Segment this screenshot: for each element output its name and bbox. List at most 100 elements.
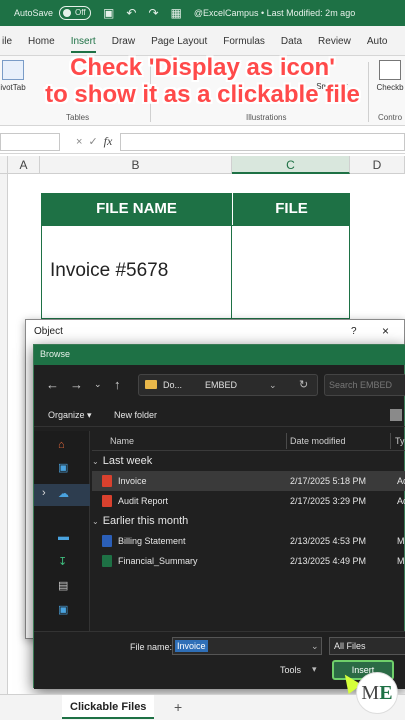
file-name-value: Invoice — [175, 640, 208, 652]
onedrive-icon[interactable]: ☁ — [58, 487, 69, 500]
breadcrumb-embed[interactable]: EMBED — [205, 375, 237, 395]
tab-page-layout[interactable]: Page Layout — [143, 36, 215, 55]
search-input[interactable]: Search EMBED — [324, 374, 405, 396]
formula-input[interactable] — [120, 132, 405, 151]
document-status: @ExcelCampus • Last Modified: 2m ago — [193, 8, 356, 18]
object-dialog-title: Object — [34, 326, 63, 337]
tools-dropdown-icon[interactable]: ▾ — [312, 664, 317, 675]
column-name[interactable]: Name — [110, 436, 134, 446]
confirm-icon[interactable]: ✓ — [88, 135, 103, 148]
new-folder-button[interactable]: New folder — [114, 410, 157, 420]
name-box[interactable] — [0, 132, 60, 151]
tab-review[interactable]: Review — [310, 36, 359, 55]
tab-draw[interactable]: Draw — [104, 36, 143, 55]
file-name: Invoice — [118, 476, 147, 486]
tools-button[interactable]: Tools — [280, 665, 301, 675]
organize-button[interactable]: Organize ▾ — [48, 410, 92, 421]
sheet-tab-clickable-files[interactable]: Clickable Files — [62, 695, 155, 719]
quick-access-icon[interactable]: ▦ — [171, 6, 182, 20]
browse-title: Browse — [40, 349, 71, 359]
folder-icon — [145, 380, 157, 389]
column-separator[interactable] — [286, 433, 287, 449]
file-name-input[interactable]: Invoice ⌄ — [172, 637, 322, 655]
help-button[interactable]: ? — [351, 326, 357, 337]
cancel-icon[interactable]: × — [76, 136, 88, 148]
undo-icon[interactable]: ↶ — [126, 6, 136, 20]
select-all-corner[interactable] — [0, 156, 8, 174]
tables-group-label: Tables — [66, 113, 90, 122]
home-icon[interactable]: ⌂ — [58, 439, 65, 451]
tab-data[interactable]: Data — [273, 36, 310, 55]
file-name-dropdown-icon[interactable]: ⌄ — [311, 641, 319, 652]
tab-file[interactable]: ile — [0, 36, 20, 55]
column-header-d[interactable]: D — [350, 156, 405, 174]
browse-dialog: Browse ← → ⌄ ↑ Do... EMBED ⌄ ↻ Search EM… — [33, 344, 405, 689]
pictures-icon[interactable]: ▣ — [58, 603, 68, 616]
column-date-modified[interactable]: Date modified — [290, 436, 346, 446]
file-date: 2/17/2025 3:29 PM — [290, 496, 367, 506]
cell-file[interactable] — [231, 225, 350, 319]
column-header-b[interactable]: B — [40, 156, 232, 174]
title-bar: AutoSave Off ▣ ↶ ↷ ▦ @ExcelCampus • Last… — [0, 0, 405, 26]
autosave-label: AutoSave — [14, 8, 54, 18]
illustrations-group-label: Illustrations — [246, 113, 287, 122]
file-name: Financial_Summary — [118, 556, 198, 566]
gallery-icon[interactable]: ▣ — [58, 461, 68, 474]
desktop-icon[interactable]: ▬ — [58, 531, 69, 543]
file-row-financial-summary[interactable]: Financial_Summary 2/13/2025 4:49 PM M — [92, 551, 405, 571]
group-last-week[interactable]: ⌄ Last week — [92, 455, 152, 467]
pdf-icon — [102, 495, 112, 507]
tab-home[interactable]: Home — [20, 36, 63, 55]
forward-arrow-icon[interactable]: → — [70, 377, 83, 392]
refresh-icon[interactable]: ↻ — [299, 375, 308, 395]
insert-function-icon[interactable]: fx — [104, 134, 113, 149]
file-date: 2/13/2025 4:53 PM — [290, 536, 367, 546]
column-header-c[interactable]: C — [232, 156, 350, 174]
file-name: Audit Report — [118, 496, 169, 506]
file-row-billing-statement[interactable]: Billing Statement 2/13/2025 4:53 PM M — [92, 531, 405, 551]
recent-locations-chevron-icon[interactable]: ⌄ — [94, 379, 102, 390]
column-separator[interactable] — [390, 433, 391, 449]
group-earlier-this-month[interactable]: ⌄ Earlier this month — [92, 515, 188, 527]
up-arrow-icon[interactable]: ↑ — [114, 377, 121, 392]
group-last-week-label: Last week — [102, 455, 153, 467]
pdf-icon — [102, 475, 112, 487]
back-arrow-icon[interactable]: ← — [46, 377, 59, 392]
column-headers: A B C D — [0, 156, 405, 174]
autosave-toggle[interactable]: Off — [59, 6, 92, 20]
tab-formulas[interactable]: Formulas — [215, 36, 273, 55]
downloads-icon[interactable]: ↧ — [58, 555, 67, 568]
tab-automate[interactable]: Auto — [359, 36, 396, 55]
breadcrumb-documents[interactable]: Do... — [163, 375, 182, 395]
caption-line-1: Check 'Display as icon' — [70, 54, 335, 81]
browse-title-bar: Browse — [34, 345, 405, 365]
file-row-audit-report[interactable]: Audit Report 2/17/2025 3:29 PM Ac — [92, 491, 405, 511]
collapse-chevron-icon: ⌄ — [92, 457, 99, 466]
file-type: Ac — [397, 496, 405, 506]
excel-campus-logo: ME — [356, 672, 398, 714]
ribbon-tabs: ile Home Insert Draw Page Layout Formula… — [0, 26, 405, 56]
organize-label: Organize — [48, 410, 85, 420]
file-date: 2/17/2025 5:18 PM — [290, 476, 367, 486]
close-button[interactable]: × — [382, 324, 389, 338]
documents-icon[interactable]: ▤ — [58, 579, 68, 592]
file-type-select[interactable]: All Files — [329, 637, 405, 655]
tab-insert[interactable]: Insert — [63, 36, 104, 55]
header-file-name[interactable]: FILE NAME — [41, 193, 232, 225]
file-row-invoice[interactable]: Invoice 2/17/2025 5:18 PM Ac — [92, 471, 405, 491]
header-file[interactable]: FILE — [232, 193, 350, 225]
controls-group-label: Contro — [378, 113, 403, 122]
address-dropdown-icon[interactable]: ⌄ — [269, 375, 277, 395]
column-header-a[interactable]: A — [8, 156, 40, 174]
caption-line-2: to show it as a clickable file — [45, 81, 360, 108]
formula-bar: × ✓ fx — [0, 130, 405, 154]
redo-icon[interactable]: ↷ — [148, 6, 158, 20]
expand-chevron-icon[interactable]: › — [42, 487, 46, 499]
collapse-chevron-icon: ⌄ — [92, 517, 99, 526]
view-options-icon[interactable] — [390, 409, 402, 421]
navigation-pane: ⌂ ▣ › ☁ ▬ ↧ ▤ ▣ — [34, 431, 90, 631]
address-bar[interactable]: Do... EMBED ⌄ ↻ — [138, 374, 318, 396]
add-sheet-icon[interactable]: + — [174, 699, 182, 715]
column-type[interactable]: Ty — [395, 436, 405, 446]
save-icon[interactable]: ▣ — [103, 6, 114, 20]
